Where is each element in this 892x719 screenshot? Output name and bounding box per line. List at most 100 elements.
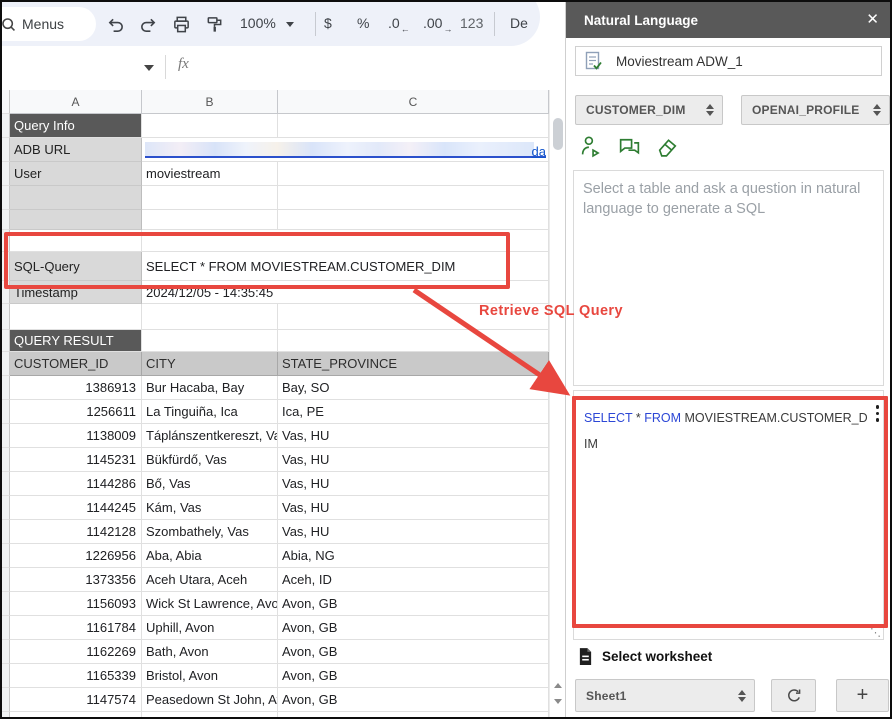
- result-column-state-province[interactable]: STATE_PROVINCE: [278, 352, 549, 376]
- column-header-b[interactable]: B: [142, 90, 278, 114]
- number-format-button[interactable]: 123: [460, 15, 483, 31]
- row-header[interactable]: [2, 230, 10, 252]
- decrease-decimal-button[interactable]: .0←: [388, 15, 410, 34]
- cell-customer-id[interactable]: 1156093: [10, 592, 142, 616]
- scroll-up-button[interactable]: [551, 679, 565, 691]
- cell-customer-id[interactable]: 1144245: [10, 496, 142, 520]
- resize-handle-icon[interactable]: ⋱: [870, 626, 881, 639]
- refresh-button[interactable]: [771, 679, 816, 712]
- menus-button[interactable]: Menus: [22, 16, 64, 32]
- cell-query-info-label[interactable]: Query Info: [10, 114, 142, 138]
- cell-city[interactable]: Szombathely, Vas: [142, 520, 278, 544]
- cell-customer-id[interactable]: 1373356: [10, 568, 142, 592]
- sql-result-box[interactable]: SELECT * FROM MOVIESTREAM.CUSTOMER_DIM ⋱: [573, 390, 884, 640]
- cell-customer-id[interactable]: 1142128: [10, 520, 142, 544]
- cell-empty[interactable]: [278, 186, 549, 210]
- row-header[interactable]: [2, 376, 10, 400]
- cell-state-province[interactable]: Avon, GB: [278, 688, 549, 712]
- cell-city[interactable]: Bükfürdő, Vas: [142, 448, 278, 472]
- row-header[interactable]: [2, 544, 10, 568]
- font-select[interactable]: De: [510, 15, 528, 31]
- cell-empty[interactable]: [142, 210, 278, 230]
- cell-city[interactable]: Bath, Avon: [142, 640, 278, 664]
- cell-sql-query-label[interactable]: SQL-Query: [10, 252, 142, 281]
- row-header[interactable]: [2, 400, 10, 424]
- format-currency-button[interactable]: $: [324, 15, 332, 31]
- cell-query-result-label[interactable]: QUERY RESULT: [10, 330, 142, 352]
- row-header[interactable]: [2, 114, 10, 138]
- cell-empty[interactable]: [142, 304, 278, 330]
- cell-customer-id[interactable]: 1147574: [10, 688, 142, 712]
- cell-user-value[interactable]: moviestream: [142, 162, 278, 186]
- cell-customer-id[interactable]: 1144286: [10, 472, 142, 496]
- row-header[interactable]: [2, 640, 10, 664]
- print-button[interactable]: [170, 13, 192, 35]
- cell-city[interactable]: Peasedown St John, Avon: [142, 688, 278, 712]
- cell-timestamp-label[interactable]: Timestamp: [10, 281, 142, 304]
- cell-city[interactable]: Bur Hacaba, Bay: [142, 376, 278, 400]
- cell-empty[interactable]: [10, 230, 142, 252]
- cell-city[interactable]: Bristol, Avon: [142, 664, 278, 688]
- cell-state-province[interactable]: Bay, SO: [278, 376, 549, 400]
- chat-button[interactable]: [616, 133, 642, 159]
- cell-city[interactable]: Aceh Utara, Aceh: [142, 568, 278, 592]
- cell-customer-id[interactable]: 1145231: [10, 448, 142, 472]
- cell-state-province[interactable]: Avon, GB: [278, 664, 549, 688]
- cell-adb-url-label[interactable]: ADB URL: [10, 138, 142, 162]
- cell-state-province[interactable]: Abia, NG: [278, 544, 549, 568]
- cell-customer-id[interactable]: 1161784: [10, 616, 142, 640]
- result-column-customer-id[interactable]: CUSTOMER_ID: [10, 352, 142, 376]
- cell-sql-query-value[interactable]: SELECT * FROM MOVIESTREAM.CUSTOMER_DIM: [142, 252, 549, 281]
- cell-city[interactable]: Táplánszentkereszt, Vas: [142, 424, 278, 448]
- zoom-control[interactable]: 100%: [240, 15, 294, 31]
- cell-empty[interactable]: [278, 330, 549, 352]
- row-header[interactable]: [2, 138, 10, 162]
- row-header[interactable]: [2, 162, 10, 186]
- cell-customer-id[interactable]: 1165339: [10, 664, 142, 688]
- row-header[interactable]: [2, 252, 10, 281]
- cell-customer-id[interactable]: 1226956: [10, 544, 142, 568]
- row-header[interactable]: [2, 664, 10, 688]
- cell-empty[interactable]: [10, 210, 142, 230]
- question-input[interactable]: Select a table and ask a question in nat…: [573, 170, 884, 386]
- run-user-button[interactable]: [578, 133, 604, 159]
- cell-city[interactable]: Shepton, Avon: [142, 712, 278, 717]
- menus-pill[interactable]: Menus: [0, 7, 96, 41]
- cell-user-label[interactable]: User: [10, 162, 142, 186]
- row-header[interactable]: [2, 616, 10, 640]
- cell-empty[interactable]: [142, 186, 278, 210]
- row-header[interactable]: [2, 210, 10, 230]
- cell-state-province[interactable]: Avon, GB: [278, 592, 549, 616]
- row-header[interactable]: [2, 330, 10, 352]
- cell-timestamp-value[interactable]: 2024/12/05 - 14:35:45: [142, 281, 549, 304]
- column-header-a[interactable]: A: [10, 90, 142, 114]
- row-header[interactable]: [2, 281, 10, 304]
- profile-select[interactable]: OPENAI_PROFILE: [741, 95, 890, 125]
- cell-empty[interactable]: [278, 114, 549, 138]
- cell-adb-url-value[interactable]: da: [142, 138, 549, 162]
- clear-button[interactable]: [654, 133, 680, 159]
- paint-format-button[interactable]: [203, 13, 225, 35]
- cell-state-province[interactable]: Vas, HU: [278, 448, 549, 472]
- format-percent-button[interactable]: %: [357, 15, 369, 31]
- cell-state-province[interactable]: Avon, GB: [278, 640, 549, 664]
- row-header[interactable]: [2, 712, 10, 717]
- name-box-dropdown[interactable]: [144, 65, 154, 71]
- cell-empty[interactable]: [142, 230, 549, 252]
- row-header[interactable]: [2, 424, 10, 448]
- cell-state-province[interactable]: Ica, PE: [278, 400, 549, 424]
- connection-box[interactable]: Moviestream ADW_1: [575, 46, 882, 76]
- select-all-corner[interactable]: [2, 90, 10, 114]
- cell-customer-id[interactable]: 1150932: [10, 712, 142, 717]
- kebab-menu-icon[interactable]: [876, 405, 880, 422]
- cell-city[interactable]: Uphill, Avon: [142, 616, 278, 640]
- column-header-c[interactable]: C: [278, 90, 549, 114]
- cell-city[interactable]: La Tinguiña, Ica: [142, 400, 278, 424]
- redo-button[interactable]: [137, 13, 159, 35]
- cell-state-province[interactable]: Aceh, ID: [278, 568, 549, 592]
- undo-button[interactable]: [104, 13, 126, 35]
- worksheet-select[interactable]: Sheet1: [575, 679, 755, 712]
- row-header[interactable]: [2, 592, 10, 616]
- cell-customer-id[interactable]: 1162269: [10, 640, 142, 664]
- result-column-city[interactable]: CITY: [142, 352, 278, 376]
